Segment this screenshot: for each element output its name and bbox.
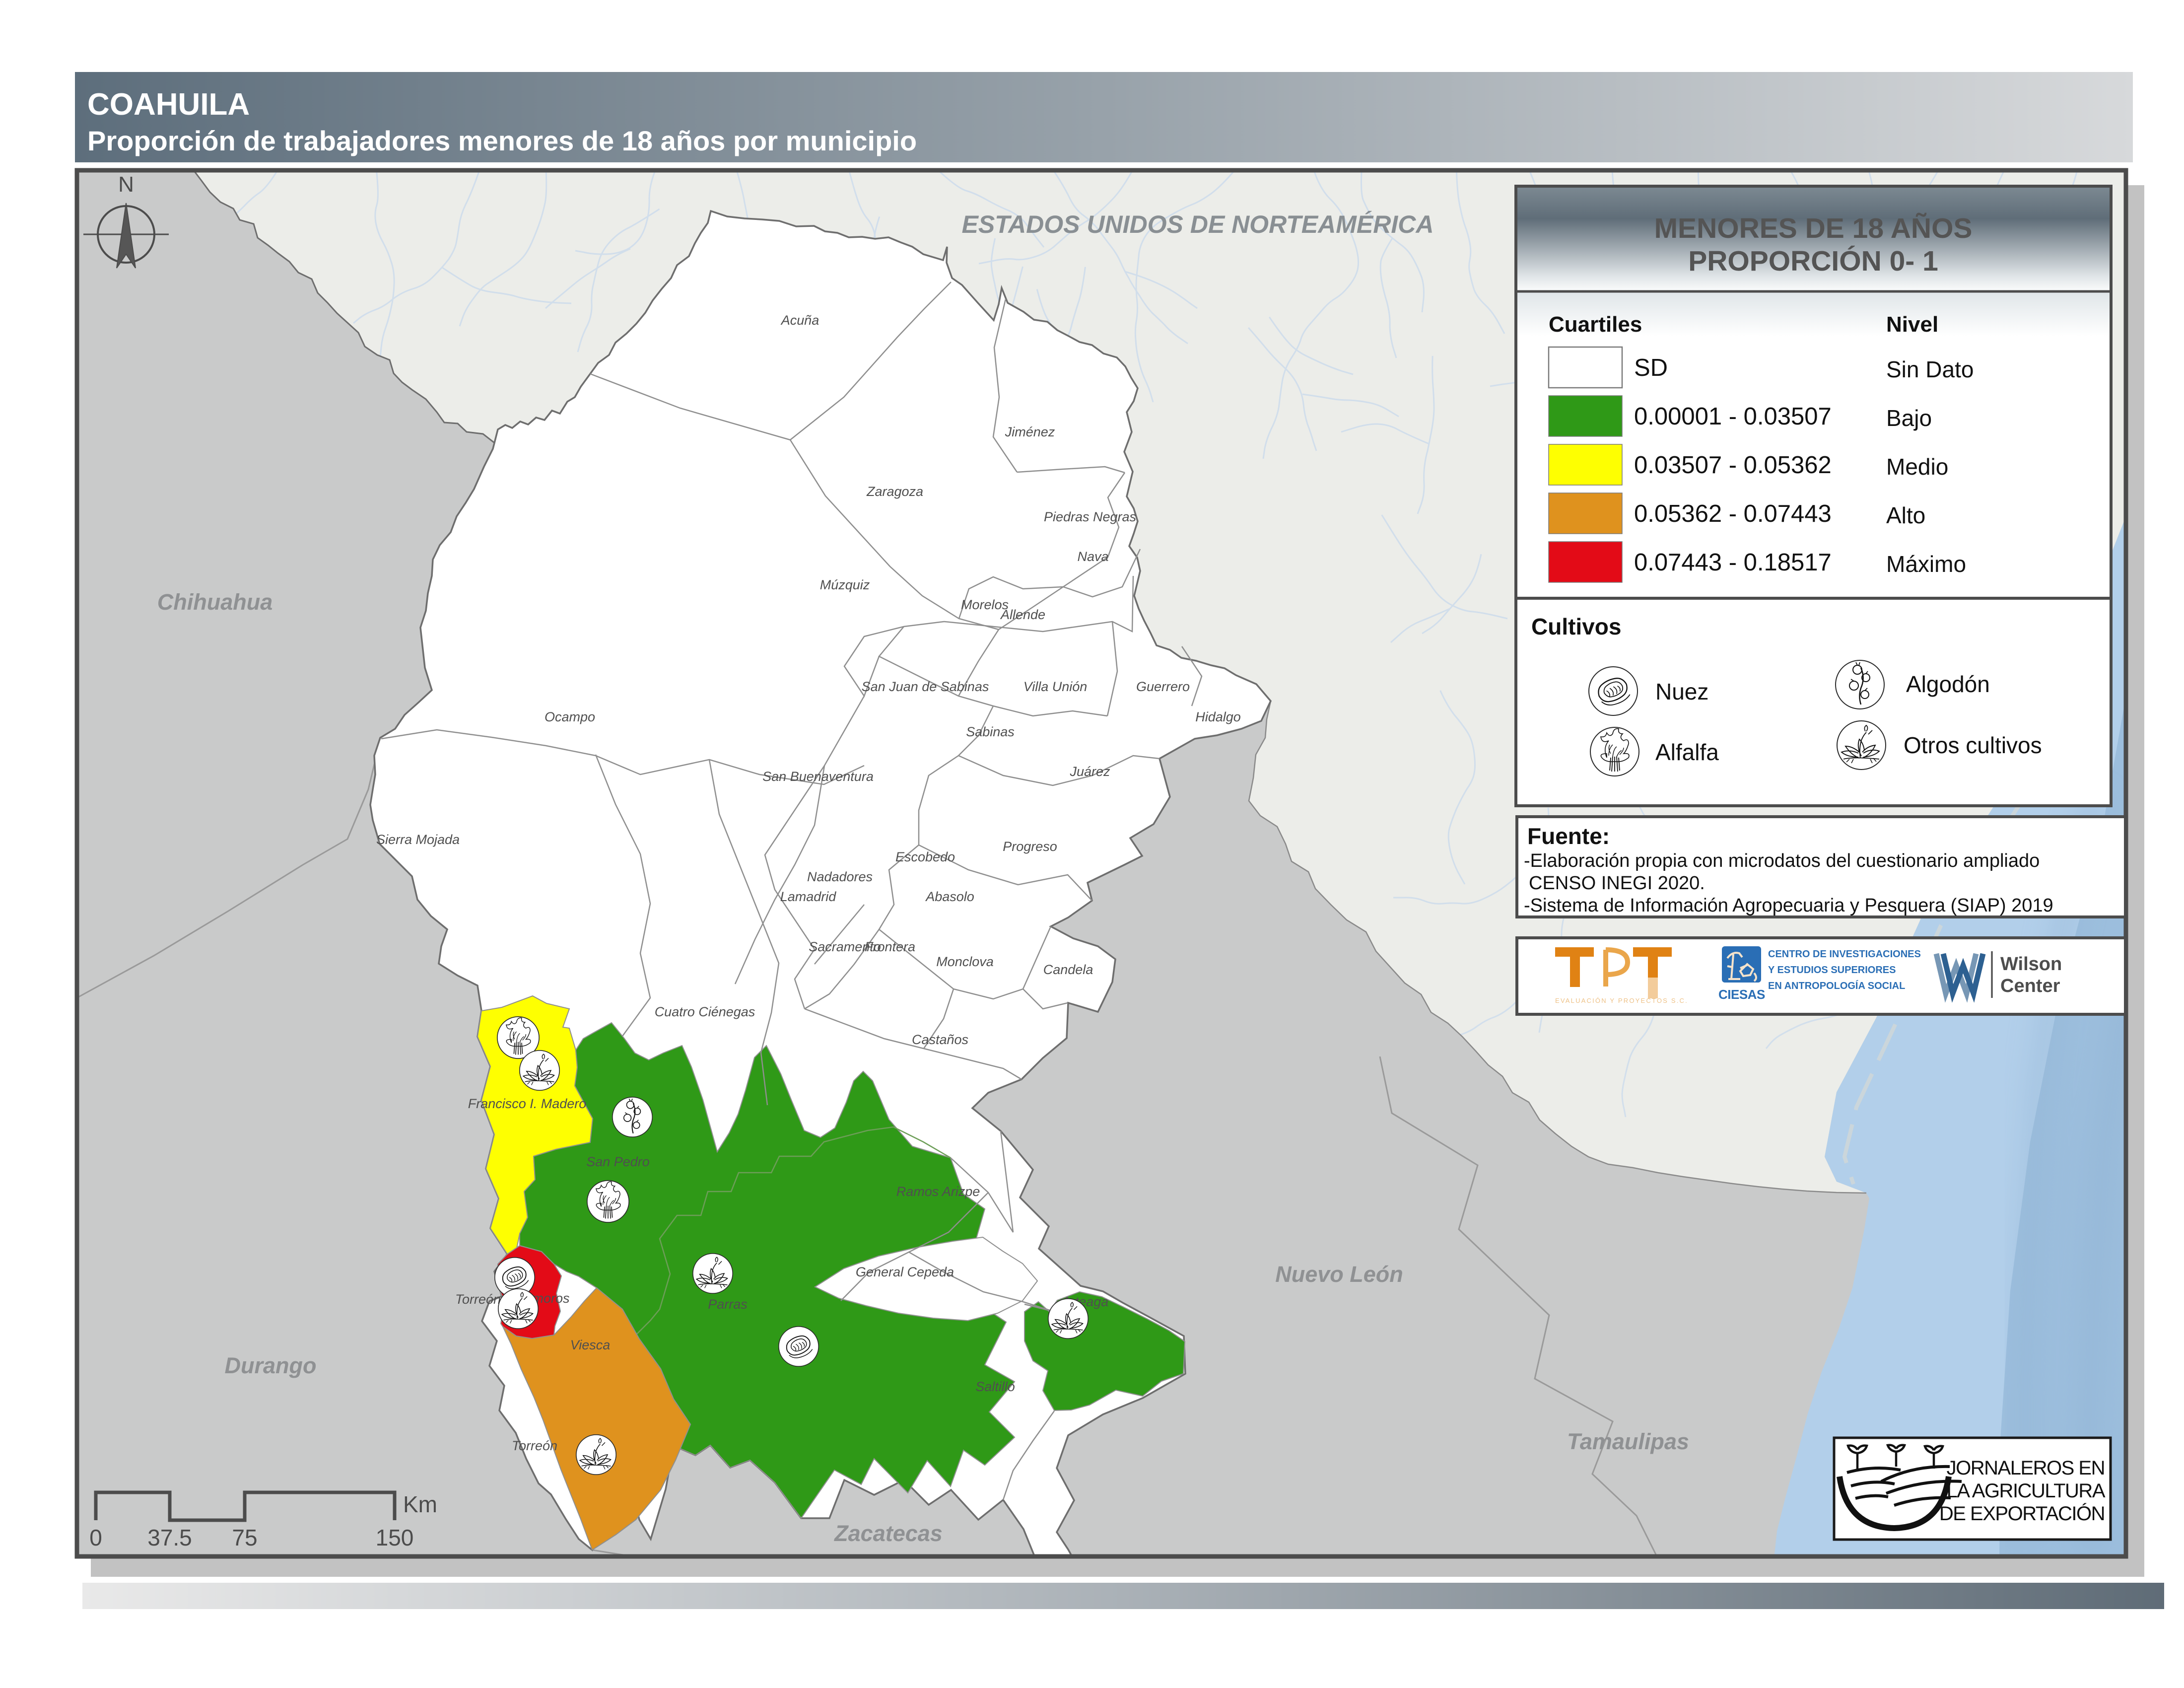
svg-text:Chihuahua: Chihuahua	[157, 589, 273, 615]
svg-text:Fuente:: Fuente:	[1527, 823, 1610, 849]
svg-text:Candela: Candela	[1043, 962, 1093, 977]
svg-text:Escobedo: Escobedo	[895, 849, 955, 864]
svg-text:Abasolo: Abasolo	[925, 889, 974, 904]
svg-text:ESTADOS UNIDOS DE NORTEAMÉRICA: ESTADOS UNIDOS DE NORTEAMÉRICA	[961, 211, 1433, 238]
svg-text:150: 150	[376, 1525, 414, 1550]
svg-text:Nadadores: Nadadores	[807, 869, 873, 884]
svg-text:Cuartiles: Cuartiles	[1549, 312, 1642, 337]
svg-text:EN ANTROPOLOGÍA SOCIAL: EN ANTROPOLOGÍA SOCIAL	[1768, 980, 1905, 991]
svg-text:Y ESTUDIOS SUPERIORES: Y ESTUDIOS SUPERIORES	[1768, 965, 1896, 976]
svg-text:Frontera: Frontera	[865, 939, 915, 954]
svg-text:Francisco I. Madero: Francisco I. Madero	[468, 1096, 587, 1111]
svg-text:Torreón: Torreón	[455, 1292, 501, 1307]
svg-text:Ocampo: Ocampo	[545, 709, 595, 724]
svg-text:Medio: Medio	[1886, 454, 1948, 480]
svg-text:Km: Km	[403, 1491, 437, 1517]
svg-text:San Juan de Sabinas: San Juan de Sabinas	[862, 679, 989, 694]
svg-text:Cuatro Ciénegas: Cuatro Ciénegas	[655, 1004, 755, 1019]
svg-text:Viesca: Viesca	[570, 1337, 611, 1352]
svg-text:Progreso: Progreso	[1003, 839, 1057, 854]
svg-text:Tamaulipas: Tamaulipas	[1567, 1429, 1689, 1454]
svg-text:Castaños: Castaños	[912, 1032, 968, 1047]
svg-text:Bajo: Bajo	[1886, 405, 1932, 431]
svg-text:CENSO INEGI 2020.: CENSO INEGI 2020.	[1529, 873, 1705, 894]
svg-text:SD: SD	[1634, 354, 1668, 381]
svg-text:Sierra Mojada: Sierra Mojada	[376, 832, 460, 847]
svg-text:COAHUILA: COAHUILA	[87, 87, 250, 122]
svg-text:N: N	[118, 172, 134, 197]
svg-text:Parras: Parras	[708, 1297, 748, 1312]
svg-text:Cultivos: Cultivos	[1531, 614, 1621, 639]
svg-text:Wilson: Wilson	[2000, 954, 2062, 975]
svg-text:Torreón: Torreón	[512, 1438, 557, 1453]
svg-text:CENTRO DE INVESTIGACIONES: CENTRO DE INVESTIGACIONES	[1768, 949, 1921, 960]
svg-text:0.05362 - 0.07443: 0.05362 - 0.07443	[1634, 500, 1832, 527]
svg-text:Piedras Negras: Piedras Negras	[1044, 509, 1136, 524]
svg-text:Otros cultivos: Otros cultivos	[1904, 732, 2042, 758]
svg-text:Algodón: Algodón	[1906, 671, 1990, 697]
svg-text:San Pedro: San Pedro	[586, 1154, 650, 1169]
svg-text:Jiménez: Jiménez	[1005, 424, 1055, 439]
svg-text:Zacatecas: Zacatecas	[833, 1521, 943, 1546]
svg-text:Lamadrid: Lamadrid	[780, 889, 837, 904]
svg-text:Center: Center	[2000, 976, 2060, 996]
svg-text:Villa Unión: Villa Unión	[1024, 679, 1088, 694]
svg-text:MENORES DE 18 AÑOS: MENORES DE 18 AÑOS	[1654, 212, 1973, 244]
svg-text:CIESAS: CIESAS	[1718, 987, 1765, 1002]
svg-text:Saltillo: Saltillo	[975, 1379, 1015, 1394]
svg-text:Guerrero: Guerrero	[1136, 679, 1190, 694]
svg-text:DE EXPORTACIÓN: DE EXPORTACIÓN	[1939, 1502, 2105, 1525]
svg-text:Nava: Nava	[1077, 549, 1108, 564]
svg-text:Sabinas: Sabinas	[966, 724, 1015, 739]
svg-text:37.5: 37.5	[147, 1525, 192, 1550]
svg-text:Proporción de trabajadores men: Proporción de trabajadores menores de 18…	[87, 125, 917, 156]
svg-text:Monclova: Monclova	[936, 954, 994, 969]
svg-text:Hidalgo: Hidalgo	[1195, 709, 1241, 724]
svg-text:Zaragoza: Zaragoza	[866, 484, 923, 499]
svg-text:Alto: Alto	[1886, 502, 1925, 528]
svg-text:PROPORCIÓN 0- 1: PROPORCIÓN 0- 1	[1688, 245, 1938, 277]
svg-text:Ramos Arizpe: Ramos Arizpe	[896, 1184, 980, 1199]
svg-text:Allende: Allende	[1000, 607, 1045, 622]
svg-text:General Cepeda: General Cepeda	[856, 1265, 954, 1279]
svg-text:Nivel: Nivel	[1886, 312, 1938, 337]
svg-text:San Buenaventura: San Buenaventura	[762, 769, 874, 784]
svg-text:0.07443 - 0.18517: 0.07443 - 0.18517	[1634, 549, 1832, 576]
svg-text:JORNALEROS EN: JORNALEROS EN	[1947, 1457, 2105, 1479]
svg-text:EVALUACIÓN Y PROYECTOS S.C.: EVALUACIÓN Y PROYECTOS S.C.	[1555, 997, 1688, 1004]
svg-text:Máximo: Máximo	[1886, 551, 1966, 577]
svg-text:Acuña: Acuña	[780, 313, 819, 328]
svg-text:LA AGRICULTURA: LA AGRICULTURA	[1947, 1480, 2106, 1502]
svg-text:Juárez: Juárez	[1069, 764, 1110, 779]
svg-text:Alfalfa: Alfalfa	[1655, 739, 1719, 765]
svg-text:Sin Dato: Sin Dato	[1886, 356, 1974, 382]
svg-text:Nuez: Nuez	[1655, 679, 1708, 704]
svg-text:0.03507 - 0.05362: 0.03507 - 0.05362	[1634, 452, 1832, 479]
svg-text:Múzquiz: Múzquiz	[820, 577, 870, 592]
svg-text:Nuevo León: Nuevo León	[1275, 1262, 1403, 1287]
svg-text:0.00001 - 0.03507: 0.00001 - 0.03507	[1634, 403, 1832, 430]
svg-text:-Elaboración propia con microd: -Elaboración propia con microdatos del c…	[1524, 850, 2040, 871]
svg-text:0: 0	[89, 1525, 102, 1550]
svg-text:-Sistema de Información Agrope: -Sistema de Información Agropecuaria y P…	[1524, 895, 2053, 916]
svg-text:Durango: Durango	[225, 1353, 317, 1378]
svg-text:75: 75	[232, 1525, 257, 1550]
